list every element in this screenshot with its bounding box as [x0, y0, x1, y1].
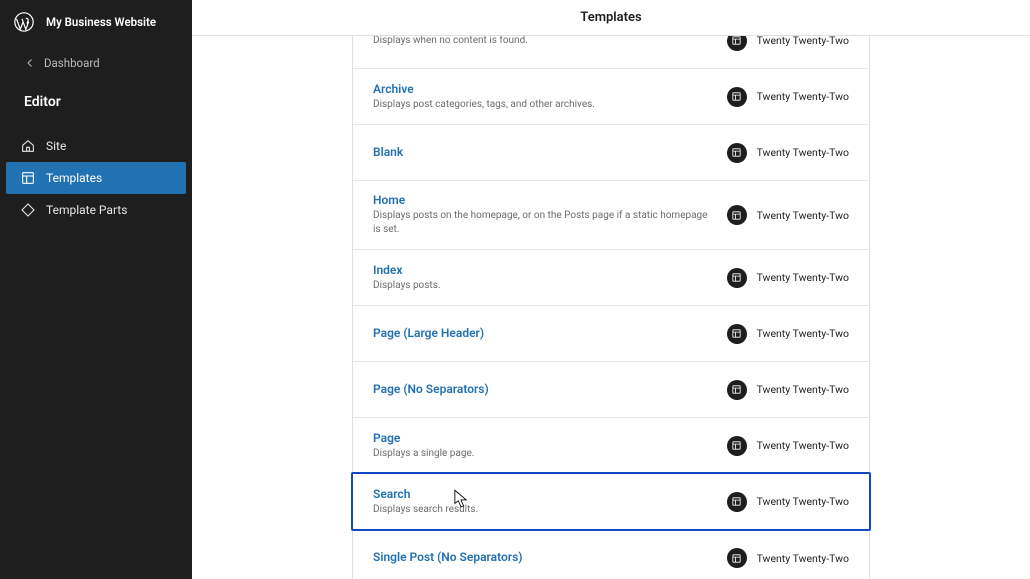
back-label: Dashboard	[44, 56, 100, 70]
template-description: Displays post categories, tags, and othe…	[373, 98, 711, 112]
app-root: My Business Website Dashboard Editor Sit…	[0, 0, 1030, 579]
template-description: Displays when no content is found.	[373, 36, 711, 48]
nav-label: Templates	[46, 171, 102, 185]
template-title[interactable]: Page	[373, 431, 711, 445]
template-title[interactable]: Search	[373, 487, 711, 501]
template-theme: Twenty Twenty-Two	[727, 492, 849, 512]
template-title[interactable]: Index	[373, 263, 711, 277]
theme-avatar-icon	[727, 380, 747, 400]
template-title[interactable]: Single Post (No Separators)	[373, 550, 711, 564]
page-title: Templates	[580, 10, 641, 25]
template-meta: Search Displays search results.	[373, 487, 711, 517]
theme-name: Twenty Twenty-Two	[757, 146, 849, 159]
template-meta: Archive Displays post categories, tags, a…	[373, 82, 711, 112]
template-title[interactable]: Page (No Separators)	[373, 382, 711, 396]
template-description: Displays a single page.	[373, 447, 711, 461]
theme-name: Twenty Twenty-Two	[757, 271, 849, 284]
template-title[interactable]: Archive	[373, 82, 711, 96]
nav-item-site[interactable]: Site	[6, 130, 186, 162]
template-meta: Page (No Separators)	[373, 382, 711, 398]
template-title[interactable]: Home	[373, 193, 711, 207]
main: Templates Displays when no content is fo…	[192, 0, 1030, 579]
template-title[interactable]: Blank	[373, 145, 711, 159]
template-theme: Twenty Twenty-Two	[727, 324, 849, 344]
nav-label: Site	[46, 139, 66, 153]
template-meta: Page (Large Header)	[373, 326, 711, 342]
theme-name: Twenty Twenty-Two	[757, 36, 849, 47]
chevron-left-icon	[24, 57, 36, 69]
template-theme: Twenty Twenty-Two	[727, 380, 849, 400]
theme-name: Twenty Twenty-Two	[757, 90, 849, 103]
template-row-blank[interactable]: Blank Twenty Twenty-Two	[353, 125, 869, 181]
theme-avatar-icon	[727, 268, 747, 288]
template-row-home[interactable]: Home Displays posts on the homepage, or o…	[353, 181, 869, 250]
back-to-dashboard-link[interactable]: Dashboard	[0, 44, 192, 82]
template-theme: Twenty Twenty-Two	[727, 143, 849, 163]
template-meta: Single Post (No Separators)	[373, 550, 711, 566]
theme-name: Twenty Twenty-Two	[757, 209, 849, 222]
theme-avatar-icon	[727, 36, 747, 51]
theme-name: Twenty Twenty-Two	[757, 383, 849, 396]
page-title-bar: Templates	[192, 0, 1030, 36]
nav-label: Template Parts	[46, 203, 127, 217]
theme-avatar-icon	[727, 324, 747, 344]
theme-avatar-icon	[727, 143, 747, 163]
theme-name: Twenty Twenty-Two	[757, 495, 849, 508]
template-row-404[interactable]: Displays when no content is found. Twenty…	[353, 36, 869, 69]
nav-item-templates[interactable]: Templates	[6, 162, 186, 194]
theme-avatar-icon	[727, 492, 747, 512]
template-row-index[interactable]: Index Displays posts. Twenty Twenty-Two	[353, 250, 869, 306]
site-name: My Business Website	[46, 15, 156, 29]
theme-name: Twenty Twenty-Two	[757, 552, 849, 565]
template-description: Displays posts.	[373, 279, 711, 293]
template-theme: Twenty Twenty-Two	[727, 436, 849, 456]
template-row-page[interactable]: Page Displays a single page. Twenty Twenty…	[353, 418, 869, 474]
sidebar-header: My Business Website	[0, 0, 192, 44]
theme-avatar-icon	[727, 436, 747, 456]
template-theme: Twenty Twenty-Two	[727, 87, 849, 107]
template-meta: Displays when no content is found.	[373, 36, 711, 48]
template-description: Displays search results.	[373, 503, 711, 517]
template-meta: Blank	[373, 145, 711, 161]
theme-avatar-icon	[727, 205, 747, 225]
layout-icon	[20, 170, 36, 186]
template-meta: Page Displays a single page.	[373, 431, 711, 461]
templates-list: Displays when no content is found. Twenty…	[352, 36, 870, 579]
home-icon	[20, 138, 36, 154]
template-row-archive[interactable]: Archive Displays post categories, tags, a…	[353, 69, 869, 125]
template-meta: Index Displays posts.	[373, 263, 711, 293]
theme-name: Twenty Twenty-Two	[757, 439, 849, 452]
sidebar: My Business Website Dashboard Editor Sit…	[0, 0, 192, 579]
template-meta: Home Displays posts on the homepage, or o…	[373, 193, 711, 237]
template-theme: Twenty Twenty-Two	[727, 268, 849, 288]
theme-avatar-icon	[727, 548, 747, 568]
diamond-icon	[20, 202, 36, 218]
wordpress-logo-icon[interactable]	[12, 10, 36, 34]
templates-content: Displays when no content is found. Twenty…	[192, 36, 1030, 579]
nav-item-template-parts[interactable]: Template Parts	[6, 194, 186, 226]
template-row-page-large-header[interactable]: Page (Large Header) Twenty Twenty-Two	[353, 306, 869, 362]
template-row-search[interactable]: Search Displays search results. Twenty Twe…	[353, 474, 869, 530]
editor-heading: Editor	[0, 82, 192, 128]
template-theme: Twenty Twenty-Two	[727, 548, 849, 568]
template-row-single-no-sep[interactable]: Single Post (No Separators) Twenty Twenty…	[353, 530, 869, 579]
sidebar-nav: Site Templates Template Parts	[0, 130, 192, 226]
template-theme: Twenty Twenty-Two	[727, 205, 849, 225]
template-description: Displays posts on the homepage, or on th…	[373, 209, 711, 237]
theme-name: Twenty Twenty-Two	[757, 327, 849, 340]
template-title[interactable]: Page (Large Header)	[373, 326, 711, 340]
template-row-page-no-separators[interactable]: Page (No Separators) Twenty Twenty-Two	[353, 362, 869, 418]
template-theme: Twenty Twenty-Two	[727, 36, 849, 51]
theme-avatar-icon	[727, 87, 747, 107]
